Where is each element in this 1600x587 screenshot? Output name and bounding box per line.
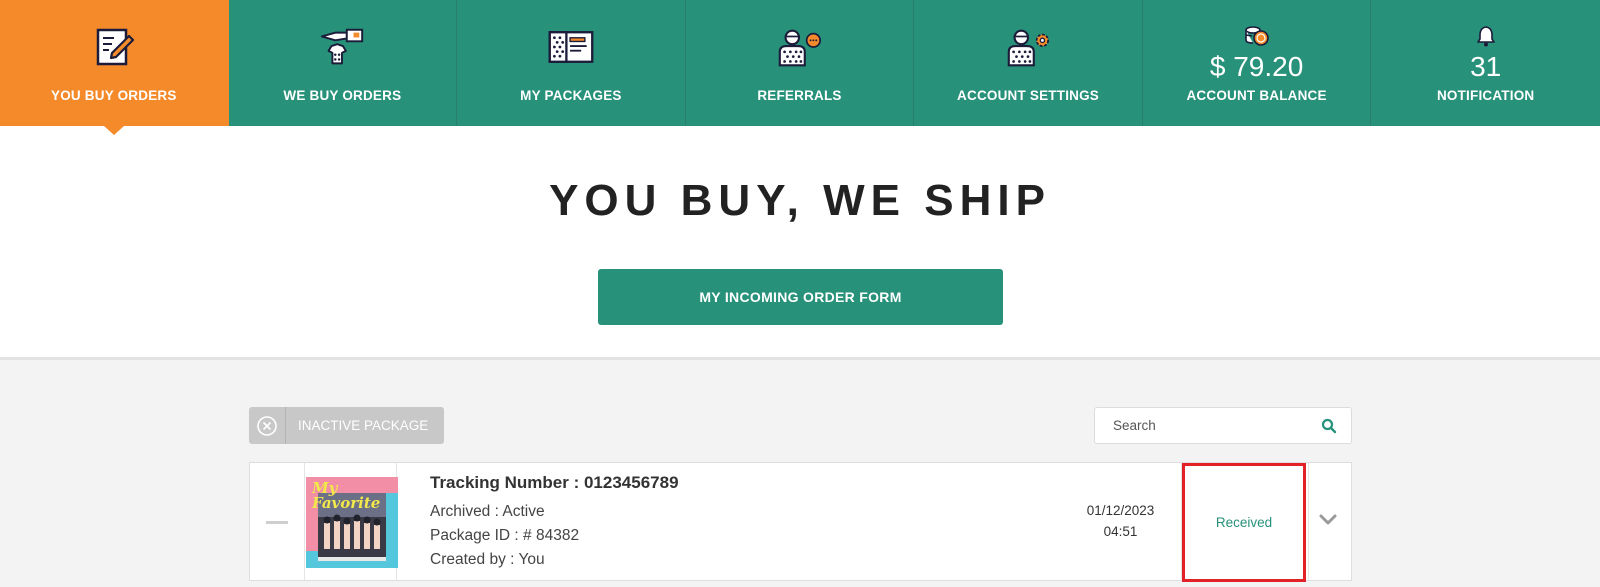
nav-label: YOU BUY ORDERS xyxy=(50,88,177,103)
thumbnail-title: My Favorite xyxy=(312,479,381,512)
search-icon[interactable] xyxy=(1321,418,1337,434)
package-row: My Favorite Tracking Number : 0123456789… xyxy=(249,462,1352,582)
close-circle-icon xyxy=(249,407,286,444)
document-pen-icon xyxy=(90,26,138,72)
nav-label: WE BUY ORDERS xyxy=(283,88,402,103)
inactive-package-label: INACTIVE PACKAGE xyxy=(298,418,429,433)
nav-you-buy-orders[interactable]: YOU BUY ORDERS xyxy=(0,0,229,135)
nav-notification[interactable]: 31 NOTIFICATION xyxy=(1371,0,1600,126)
hero-section: YOU BUY, WE SHIP MY INCOMING ORDER FORM xyxy=(0,126,1600,360)
search-box xyxy=(1094,407,1352,444)
nav-label: ACCOUNT BALANCE xyxy=(1186,88,1327,103)
collapse-toggle[interactable] xyxy=(250,463,305,580)
nav-label: ACCOUNT SETTINGS xyxy=(957,88,1099,103)
nav-we-buy-orders[interactable]: WE BUY ORDERS xyxy=(229,0,458,126)
nav-label: MY PACKAGES xyxy=(520,88,622,103)
nav-account-balance[interactable]: $ 79.20 ACCOUNT BALANCE xyxy=(1143,0,1372,126)
hand-shirt-icon xyxy=(318,26,366,72)
bell-icon xyxy=(1473,25,1499,49)
incoming-order-form-button[interactable]: MY INCOMING ORDER FORM xyxy=(598,269,1003,325)
package-date: 01/12/2023 04:51 xyxy=(1060,463,1182,580)
user-chat-icon xyxy=(775,26,823,72)
archived-status: Archived : Active xyxy=(430,503,545,520)
nav-my-packages[interactable]: MY PACKAGES xyxy=(457,0,686,126)
packages-icon xyxy=(547,26,595,72)
inactive-package-button[interactable]: INACTIVE PACKAGE xyxy=(249,407,444,444)
chevron-down-icon xyxy=(1319,514,1337,525)
package-id: Package ID : # 84382 xyxy=(430,527,580,544)
time-value: 04:51 xyxy=(1103,524,1138,539)
balance-value: $ 79.20 xyxy=(1209,51,1304,82)
package-thumbnail: My Favorite xyxy=(306,477,398,568)
created-by: Created by : You xyxy=(430,551,545,568)
search-input[interactable] xyxy=(1095,408,1315,443)
nav-label: REFERRALS xyxy=(757,88,842,103)
page-title: YOU BUY, WE SHIP xyxy=(549,176,1051,225)
expand-toggle[interactable] xyxy=(1306,463,1352,580)
nav-referrals[interactable]: REFERRALS xyxy=(686,0,915,126)
tracking-number: Tracking Number : 0123456789 xyxy=(430,473,679,492)
package-thumbnail-cell: My Favorite xyxy=(305,463,398,580)
notification-count: 31 xyxy=(1470,51,1502,82)
minus-icon xyxy=(266,521,288,524)
package-status: Received xyxy=(1182,463,1306,582)
nav-label: NOTIFICATION xyxy=(1436,88,1535,103)
date-value: 01/12/2023 xyxy=(1086,503,1155,518)
nav-account-settings[interactable]: ACCOUNT SETTINGS xyxy=(914,0,1143,126)
status-badge: Received xyxy=(1215,515,1273,530)
coins-icon xyxy=(1244,25,1270,49)
top-navigation: YOU BUY ORDERS WE BUY ORDERS MY PACKAGES… xyxy=(0,0,1600,135)
user-gear-icon xyxy=(1004,26,1052,72)
